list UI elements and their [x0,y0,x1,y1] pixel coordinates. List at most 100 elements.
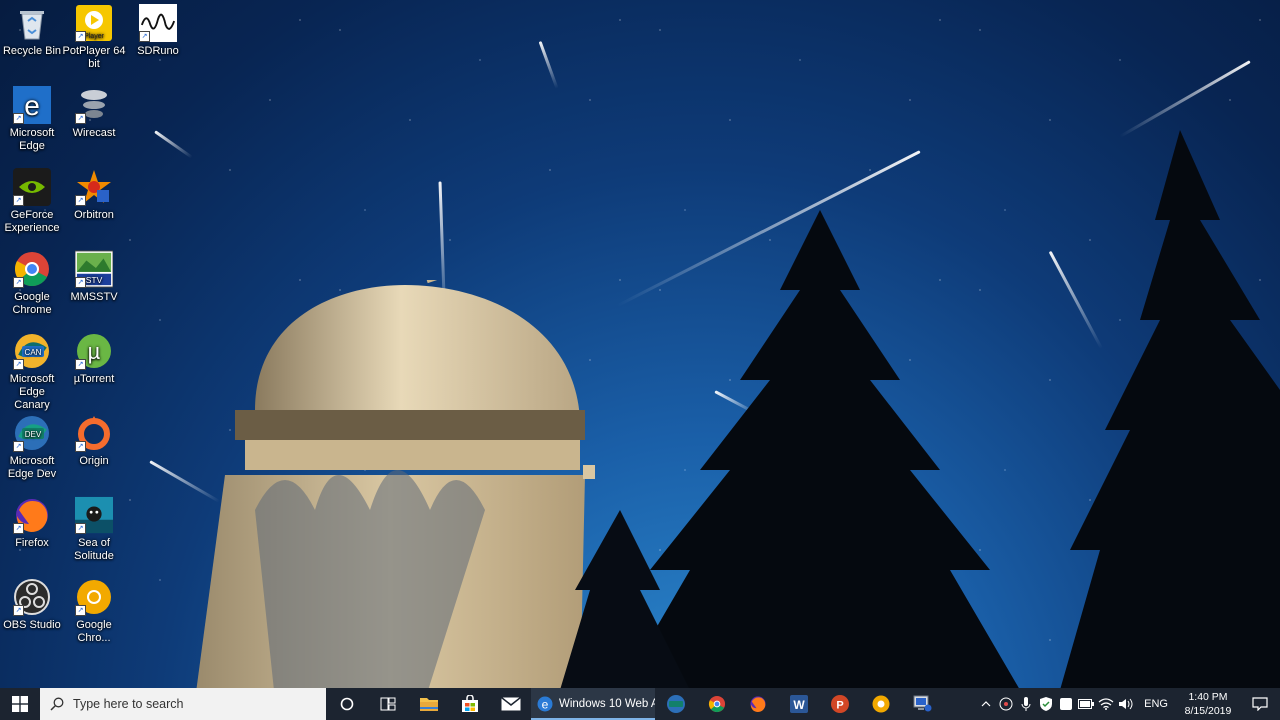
desktop-icon-potplayer[interactable]: Player ↗ PotPlayer 64 bit [62,0,126,78]
sea-of-solitude-icon: ↗ [75,496,113,534]
svg-text:CAN: CAN [25,348,42,357]
desktop-icon-label: GeForce Experience [4,209,60,234]
task-view-icon [380,697,395,711]
desktop-icon-google-chrome[interactable]: ↗ Google Chrome [0,246,64,324]
desktop-icon-sdruno[interactable]: ↗ SDRuno [126,0,190,78]
desktop-icon-recycle-bin[interactable]: Recycle Bin [0,0,64,78]
desktop-icon-google-chrome-canary[interactable]: ↗ Google Chro... [62,574,126,652]
chrome-canary-icon [872,695,889,713]
chevron-up-icon [981,701,991,707]
desktop-icon-firefox[interactable]: ↗ Firefox [0,492,64,570]
utorrent-icon: µ ↗ [75,332,113,370]
tray-gauge-icon [999,697,1013,711]
svg-text:µ: µ [88,339,101,364]
tray-battery[interactable] [1076,688,1096,720]
desktop-icon-label: Orbitron [74,209,114,221]
desktop-icon-sea-of-solitude[interactable]: ↗ Sea of Solitude [62,492,126,570]
taskbar-network-app[interactable] [901,688,942,720]
taskbar-search-box[interactable]: Type here to search [40,688,326,720]
desktop-icon-orbitron[interactable]: ↗ Orbitron [62,164,126,242]
desktop-icon-label: MMSSTV [70,291,118,303]
desktop-icon-utorrent[interactable]: µ ↗ µTorrent [62,328,126,406]
svg-text:STV: STV [86,275,103,285]
desktop-icon-label: Microsoft Edge Canary [9,373,55,411]
potplayer-icon: Player ↗ [75,4,113,42]
desktop-icon-label: Firefox [15,537,49,549]
task-view-button[interactable] [367,688,408,720]
clock-time: 1:40 PM [1188,691,1228,703]
taskbar-clock[interactable]: 1:40 PM 8/15/2019 [1176,690,1240,718]
file-explorer-icon [419,698,438,711]
cortana-button[interactable] [326,688,367,720]
svg-text:W: W [793,698,805,712]
store-icon [461,695,478,712]
origin-icon: ↗ [75,414,113,452]
desktop-icon-wirecast[interactable]: ↗ Wirecast [62,82,126,160]
taskbar-firefox[interactable] [737,688,778,720]
mail-icon [500,697,521,711]
tray-volume[interactable] [1116,688,1136,720]
show-hidden-icons-chevron[interactable] [976,688,996,720]
tray-app-2[interactable] [1056,688,1076,720]
observatory-dome [196,280,595,688]
firefox-icon [749,696,766,713]
taskbar-chrome-canary[interactable] [860,688,901,720]
taskbar-active-window-edge[interactable]: e Windows 10 Web A... [531,688,655,720]
cortana-icon [340,697,353,711]
start-button[interactable] [0,688,40,720]
desktop-icon-label: Google Chro... [76,619,112,644]
clock-date: 8/15/2019 [1184,705,1232,717]
svg-text:e: e [542,698,549,712]
desktop-icon-label: SDRuno [137,45,179,57]
mmsstv-icon: STV ↗ [75,250,113,288]
taskbar-chrome[interactable] [696,688,737,720]
orbitron-icon: ↗ [75,168,113,206]
tray-square-icon [1060,698,1073,710]
edge-icon: e [537,696,553,712]
desktop-icon-obs-studio[interactable]: ↗ OBS Studio [0,574,64,652]
desktop-icon-label: PotPlayer 64 bit [62,45,126,70]
chrome-icon: ↗ [13,250,51,288]
taskbar-powerpoint[interactable]: P [819,688,860,720]
taskbar-word[interactable]: W [778,688,819,720]
geforce-icon: ↗ [13,168,51,206]
tree-silhouettes [560,130,1280,688]
taskbar-mail[interactable] [490,688,531,720]
wifi-icon [1098,698,1114,710]
microphone-icon [1021,697,1031,711]
taskbar-edge-dev[interactable] [655,688,696,720]
firefox-icon: ↗ [13,496,51,534]
edge-dev-icon [666,695,685,713]
svg-text:Player: Player [84,33,105,40]
word-icon: W [789,695,808,713]
chrome-canary-icon: ↗ [75,578,113,616]
tray-security[interactable] [1036,688,1056,720]
speaker-icon [1119,698,1133,710]
desktop-icon-label: Google Chrome [12,291,52,316]
windows-logo-icon [12,696,28,712]
desktop-icon-label: Sea of Solitude [74,537,114,562]
active-window-title: Windows 10 Web A... [559,698,655,710]
desktop-icon-origin[interactable]: ↗ Origin [62,410,126,488]
shield-icon [1040,697,1053,711]
tray-wifi[interactable] [1096,688,1116,720]
desktop-icon-microsoft-edge-dev[interactable]: DEV ↗ Microsoft Edge Dev [0,410,64,488]
taskbar-store[interactable] [449,688,490,720]
edge-dev-icon: DEV ↗ [13,414,51,452]
taskbar-file-explorer[interactable] [408,688,449,720]
desktop-icon-mmsstv[interactable]: STV ↗ MMSSTV [62,246,126,324]
taskbar: Type here to search e Windows 10 Web A..… [0,688,1280,720]
wirecast-icon: ↗ [75,86,113,124]
tray-microphone[interactable] [1016,688,1036,720]
search-placeholder: Type here to search [73,697,184,711]
tray-app-icon[interactable] [996,688,1016,720]
desktop-icon-microsoft-edge[interactable]: e ↗ Microsoft Edge [0,82,64,160]
action-center-button[interactable] [1240,688,1280,720]
network-app-icon [913,695,931,712]
recycle-bin-icon [13,4,51,42]
system-tray: ENG 1:40 PM 8/15/2019 [976,688,1280,720]
desktop-icon-microsoft-edge-canary[interactable]: CAN ↗ Microsoft Edge Canary [0,328,64,411]
input-language-indicator[interactable]: ENG [1136,698,1176,710]
desktop-icon-geforce-experience[interactable]: ↗ GeForce Experience [0,164,64,242]
edge-icon: e ↗ [13,86,51,124]
